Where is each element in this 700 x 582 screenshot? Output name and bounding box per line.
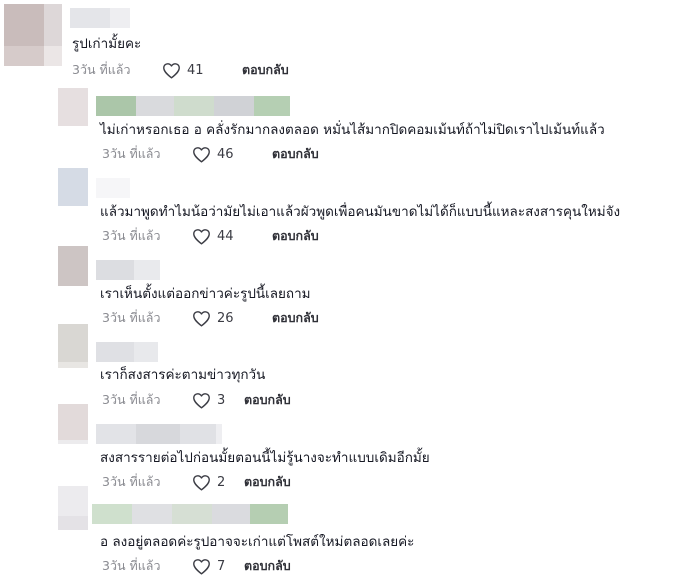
username-blurred[interactable] <box>92 504 288 524</box>
heart-outline-icon <box>193 228 210 245</box>
reply-item: เราก็สงสารค่ะตามข่าวทุกวัน 3วัน ที่แล้ว … <box>0 324 700 410</box>
comment-text: สงสารรายต่อไปก่อนมั้ยตอนนี้ไม่รู้นางจะทำ… <box>100 450 430 466</box>
reply-item: อ ลงอยู่ตลอดค่ะรูปอาจจะเก่าแต่โพสต์ใหม่ต… <box>0 486 700 582</box>
heart-outline-icon <box>193 146 210 163</box>
like-count: 46 <box>217 146 234 162</box>
comment-time: 3วัน ที่แล้ว <box>102 228 161 243</box>
comment-text: รูปเก่ามั้ยคะ <box>72 36 142 52</box>
comment-time: 3วัน ที่แล้ว <box>102 558 161 573</box>
reply-item: แล้วมาพูดทำไมน้อว่ามัยไม่เอาแล้วผัวพูดเพ… <box>0 164 700 246</box>
username-blurred[interactable] <box>96 342 158 362</box>
comment-time: 3วัน ที่แล้ว <box>102 310 161 325</box>
comment-time: 3วัน ที่แล้ว <box>102 392 161 407</box>
comment-item: รูปเก่ามั้ยคะ 3วัน ที่แล้ว 41 ตอบกลับ <box>0 0 700 82</box>
reply-item: ไม่เก่าหรอกเธอ อ คลั่งรักมากลงตลอด หมั่น… <box>0 82 700 164</box>
reply-button[interactable]: ตอบกลับ <box>244 390 291 410</box>
reply-button[interactable]: ตอบกลับ <box>242 60 289 80</box>
heart-outline-icon <box>193 474 210 491</box>
username-blurred[interactable] <box>96 96 290 116</box>
heart-outline-icon <box>193 558 210 575</box>
avatar[interactable] <box>58 324 88 368</box>
reply-button[interactable]: ตอบกลับ <box>272 226 319 246</box>
reply-button[interactable]: ตอบกลับ <box>272 144 319 164</box>
avatar[interactable] <box>58 88 88 126</box>
reply-button[interactable]: ตอบกลับ <box>272 308 319 328</box>
like-button[interactable]: 41 <box>162 62 242 79</box>
comment-text: อ ลงอยู่ตลอดค่ะรูปอาจจะเก่าแต่โพสต์ใหม่ต… <box>100 534 415 550</box>
like-count: 41 <box>187 62 204 78</box>
like-button[interactable]: 2 <box>192 474 244 491</box>
like-count: 26 <box>217 310 234 326</box>
comment-time: 3วัน ที่แล้ว <box>102 474 161 489</box>
username-blurred[interactable] <box>70 8 130 28</box>
like-button[interactable]: 26 <box>192 310 272 327</box>
like-button[interactable]: 46 <box>192 146 272 163</box>
avatar[interactable] <box>4 4 62 66</box>
reply-item: เราเห็นตั้งแต่ออกข่าวค่ะรูปนี้เลยถาม 3วั… <box>0 246 700 328</box>
username-blurred[interactable] <box>96 424 222 444</box>
comment-text: แล้วมาพูดทำไมน้อว่ามัยไม่เอาแล้วผัวพูดเพ… <box>100 204 621 220</box>
avatar[interactable] <box>58 486 88 530</box>
like-button[interactable]: 3 <box>192 392 244 409</box>
comment-text: เราเห็นตั้งแต่ออกข่าวค่ะรูปนี้เลยถาม <box>100 286 311 302</box>
like-count: 7 <box>217 558 226 574</box>
username-blurred[interactable] <box>96 178 130 198</box>
like-count: 3 <box>217 392 226 408</box>
reply-button[interactable]: ตอบกลับ <box>244 472 291 492</box>
heart-outline-icon <box>163 62 180 79</box>
heart-outline-icon <box>193 310 210 327</box>
avatar[interactable] <box>58 404 88 444</box>
avatar[interactable] <box>58 246 88 286</box>
comment-text: ไม่เก่าหรอกเธอ อ คลั่งรักมากลงตลอด หมั่น… <box>100 122 605 138</box>
comment-time: 3วัน ที่แล้ว <box>72 62 131 77</box>
like-count: 44 <box>217 228 234 244</box>
reply-item: สงสารรายต่อไปก่อนมั้ยตอนนี้ไม่รู้นางจะทำ… <box>0 404 700 492</box>
comment-text: เราก็สงสารค่ะตามข่าวทุกวัน <box>100 367 266 383</box>
like-button[interactable]: 7 <box>192 558 244 575</box>
like-button[interactable]: 44 <box>192 228 272 245</box>
avatar[interactable] <box>58 168 88 206</box>
heart-outline-icon <box>193 392 210 409</box>
comment-time: 3วัน ที่แล้ว <box>102 146 161 161</box>
username-blurred[interactable] <box>96 260 160 280</box>
like-count: 2 <box>217 474 226 490</box>
reply-button[interactable]: ตอบกลับ <box>244 556 291 576</box>
